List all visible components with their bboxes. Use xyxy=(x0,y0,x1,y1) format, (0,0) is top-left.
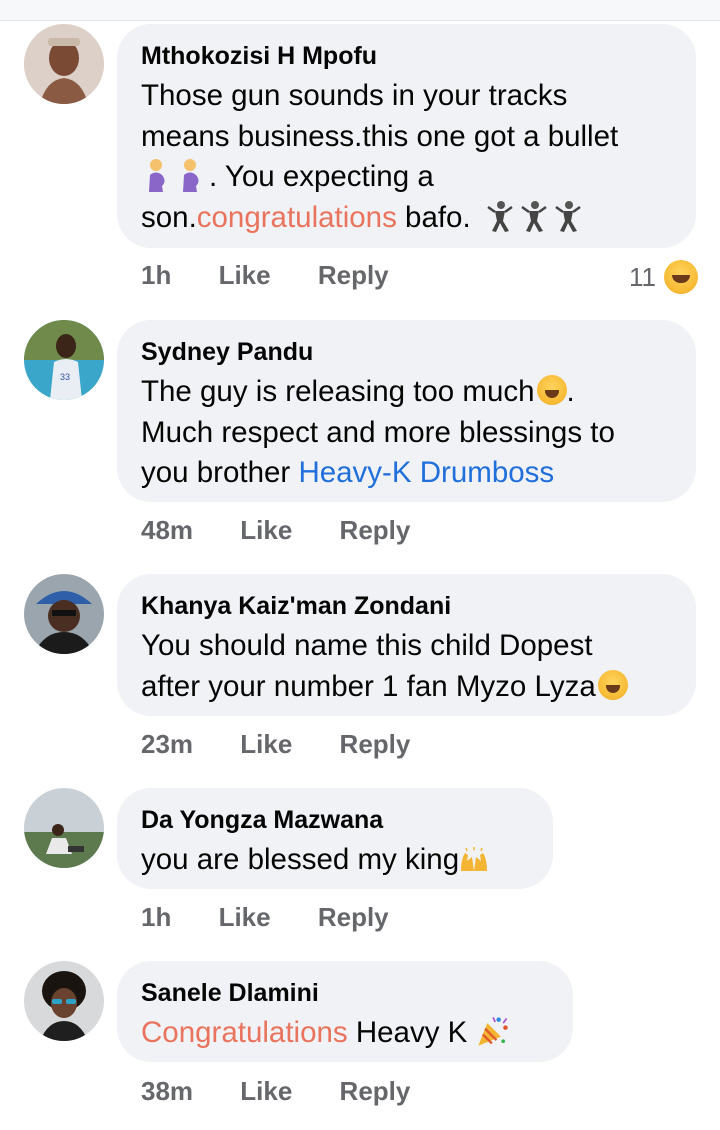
comment-time[interactable]: 48m xyxy=(141,515,193,546)
comment-text: Congratulations Heavy K xyxy=(141,1013,549,1054)
congratulations-highlight[interactable]: congratulations xyxy=(197,201,397,234)
comment-line: Congratulations Heavy K xyxy=(141,1013,549,1054)
like-button[interactable]: Like xyxy=(240,729,292,760)
reaction-count: 11 xyxy=(629,261,656,292)
reaction-summary[interactable]: 11 xyxy=(629,260,698,294)
reply-button[interactable]: Reply xyxy=(318,260,389,291)
comment-line-text: . xyxy=(566,375,575,408)
comment-author[interactable]: Sanele Dlamini xyxy=(141,977,549,1009)
comment-line-text: you brother xyxy=(141,456,299,489)
dancing-emoji xyxy=(487,200,513,232)
comment-line-text: The guy is releasing too much xyxy=(141,375,535,408)
comment-line: you are blessed my king xyxy=(141,840,529,881)
dancing-emoji xyxy=(521,200,547,232)
comment-author[interactable]: Da Yongza Mazwana xyxy=(141,804,529,836)
comment-actions: 48m Like Reply xyxy=(141,515,410,546)
avatar[interactable] xyxy=(24,574,104,654)
comment-line-text: you are blessed my king xyxy=(141,843,460,876)
raised-hands-emoji xyxy=(461,847,488,871)
comment-author[interactable]: Mthokozisi H Mpofu xyxy=(141,40,672,72)
comment-bubble: Sanele Dlamini Congratulations Heavy K xyxy=(117,961,573,1062)
comment-line-text: . You expecting a xyxy=(209,160,434,193)
reply-button[interactable]: Reply xyxy=(340,1076,411,1107)
comment-time[interactable]: 23m xyxy=(141,729,193,760)
like-button[interactable]: Like xyxy=(240,515,292,546)
reply-button[interactable]: Reply xyxy=(318,902,389,933)
comment-line: you brother Heavy-K Drumboss xyxy=(141,453,672,494)
comment-line: after your number 1 fan Myzo Lyza xyxy=(141,667,672,708)
laughing-reaction-icon xyxy=(664,260,698,294)
comment-bubble: Mthokozisi H Mpofu Those gun sounds in y… xyxy=(117,24,696,248)
comment-line: The guy is releasing too much. xyxy=(141,372,672,413)
svg-text:33: 33 xyxy=(60,372,70,382)
comment-text: you are blessed my king xyxy=(141,840,529,881)
comment-line-text: Heavy K xyxy=(347,1016,476,1049)
avatar[interactable] xyxy=(24,961,104,1041)
dancing-emoji xyxy=(555,200,581,232)
comment-actions: 38m Like Reply xyxy=(141,1076,410,1107)
comment-time[interactable]: 1h xyxy=(141,260,171,291)
top-divider xyxy=(0,0,720,21)
comment-actions: 1h Like Reply xyxy=(141,902,389,933)
comment-text: The guy is releasing too much. Much resp… xyxy=(141,372,672,494)
avatar[interactable]: 33 xyxy=(24,320,104,400)
comment-line: Those gun sounds in your tracks xyxy=(141,79,568,112)
avatar[interactable] xyxy=(24,24,104,104)
pregnant-woman-emoji xyxy=(183,159,199,192)
like-button[interactable]: Like xyxy=(219,902,271,933)
laughing-tears-emoji xyxy=(536,375,567,405)
like-button[interactable]: Like xyxy=(219,260,271,291)
comment-text: You should name this child Dopest after … xyxy=(141,626,672,707)
reply-button[interactable]: Reply xyxy=(340,515,411,546)
comment-line: Much respect and more blessings to xyxy=(141,415,615,449)
comment-line: son.congratulations bafo. xyxy=(141,198,672,239)
comment-text: Those gun sounds in your tracks means bu… xyxy=(141,76,672,238)
comment-bubble: Khanya Kaiz'man Zondani You should name … xyxy=(117,574,696,716)
comment-bubble: Sydney Pandu The guy is releasing too mu… xyxy=(117,320,696,502)
congratulations-highlight[interactable]: Congratulations xyxy=(141,1016,348,1049)
comment-line: means business.this one got a bullet xyxy=(141,119,619,153)
comment-time[interactable]: 38m xyxy=(141,1076,193,1107)
comment-actions: 1h Like Reply xyxy=(141,260,389,291)
comment-actions: 23m Like Reply xyxy=(141,729,410,760)
avatar[interactable] xyxy=(24,788,104,868)
mention-link[interactable]: Heavy-K Drumboss xyxy=(298,456,554,489)
comment-author[interactable]: Khanya Kaiz'man Zondani xyxy=(141,590,672,622)
comment-time[interactable]: 1h xyxy=(141,902,171,933)
like-button[interactable]: Like xyxy=(240,1076,292,1107)
reply-button[interactable]: Reply xyxy=(340,729,411,760)
comment-line-text: bafo. xyxy=(396,200,471,234)
comment-bubble: Da Yongza Mazwana you are blessed my kin… xyxy=(117,788,553,889)
pregnant-woman-emoji xyxy=(149,159,165,192)
comment-line: You should name this child Dopest xyxy=(141,629,593,662)
party-popper-emoji xyxy=(477,1017,508,1046)
grinning-emoji xyxy=(597,669,628,700)
comment-line-text: son. xyxy=(141,200,197,234)
comment-author[interactable]: Sydney Pandu xyxy=(141,336,672,368)
comment-line-text: after your number 1 fan Myzo Lyza xyxy=(141,669,596,703)
comment-line: . You expecting a xyxy=(141,157,672,198)
